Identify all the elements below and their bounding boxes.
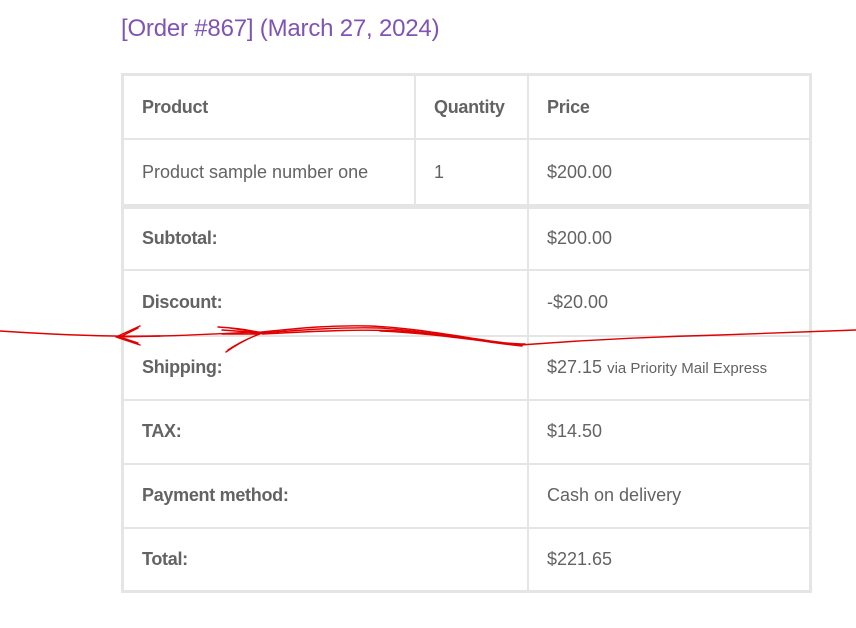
tax-label: TAX:: [121, 398, 529, 465]
tax-row: TAX: $14.50: [121, 398, 812, 465]
subtotal-row: Subtotal: $200.00: [121, 204, 812, 271]
item-price: $200.00: [527, 138, 812, 208]
total-label: Total:: [121, 526, 529, 593]
header-quantity: Quantity: [414, 73, 529, 140]
order-title: [Order #867] (March 27, 2024): [121, 15, 440, 42]
payment-method-label: Payment method:: [121, 462, 529, 529]
shipping-cell: $27.15 via Priority Mail Express: [527, 334, 812, 401]
payment-method-row: Payment method: Cash on delivery: [121, 462, 812, 529]
subtotal-label: Subtotal:: [121, 204, 529, 271]
table-header-row: Product Quantity Price: [121, 73, 812, 140]
header-price: Price: [527, 73, 812, 140]
total-row: Total: $221.65: [121, 526, 812, 593]
item-product-name: Product sample number one: [121, 138, 416, 208]
shipping-row: Shipping: $27.15 via Priority Mail Expre…: [121, 334, 812, 401]
tax-value: $14.50: [527, 398, 812, 465]
table-row: Product sample number one 1 $200.00: [121, 138, 812, 208]
discount-value: -$20.00: [527, 268, 812, 337]
order-details-table: Product Quantity Price Product sample nu…: [121, 73, 812, 593]
header-product: Product: [121, 73, 416, 140]
shipping-method: via Priority Mail Express: [607, 360, 768, 377]
shipping-label: Shipping:: [121, 334, 529, 401]
item-quantity: 1: [414, 138, 529, 208]
discount-row: Discount: -$20.00: [121, 268, 812, 337]
discount-label: Discount:: [121, 268, 529, 337]
payment-method-value: Cash on delivery: [527, 462, 812, 529]
total-value: $221.65: [527, 526, 812, 593]
shipping-value: $27.15: [547, 357, 603, 377]
subtotal-value: $200.00: [527, 204, 812, 271]
